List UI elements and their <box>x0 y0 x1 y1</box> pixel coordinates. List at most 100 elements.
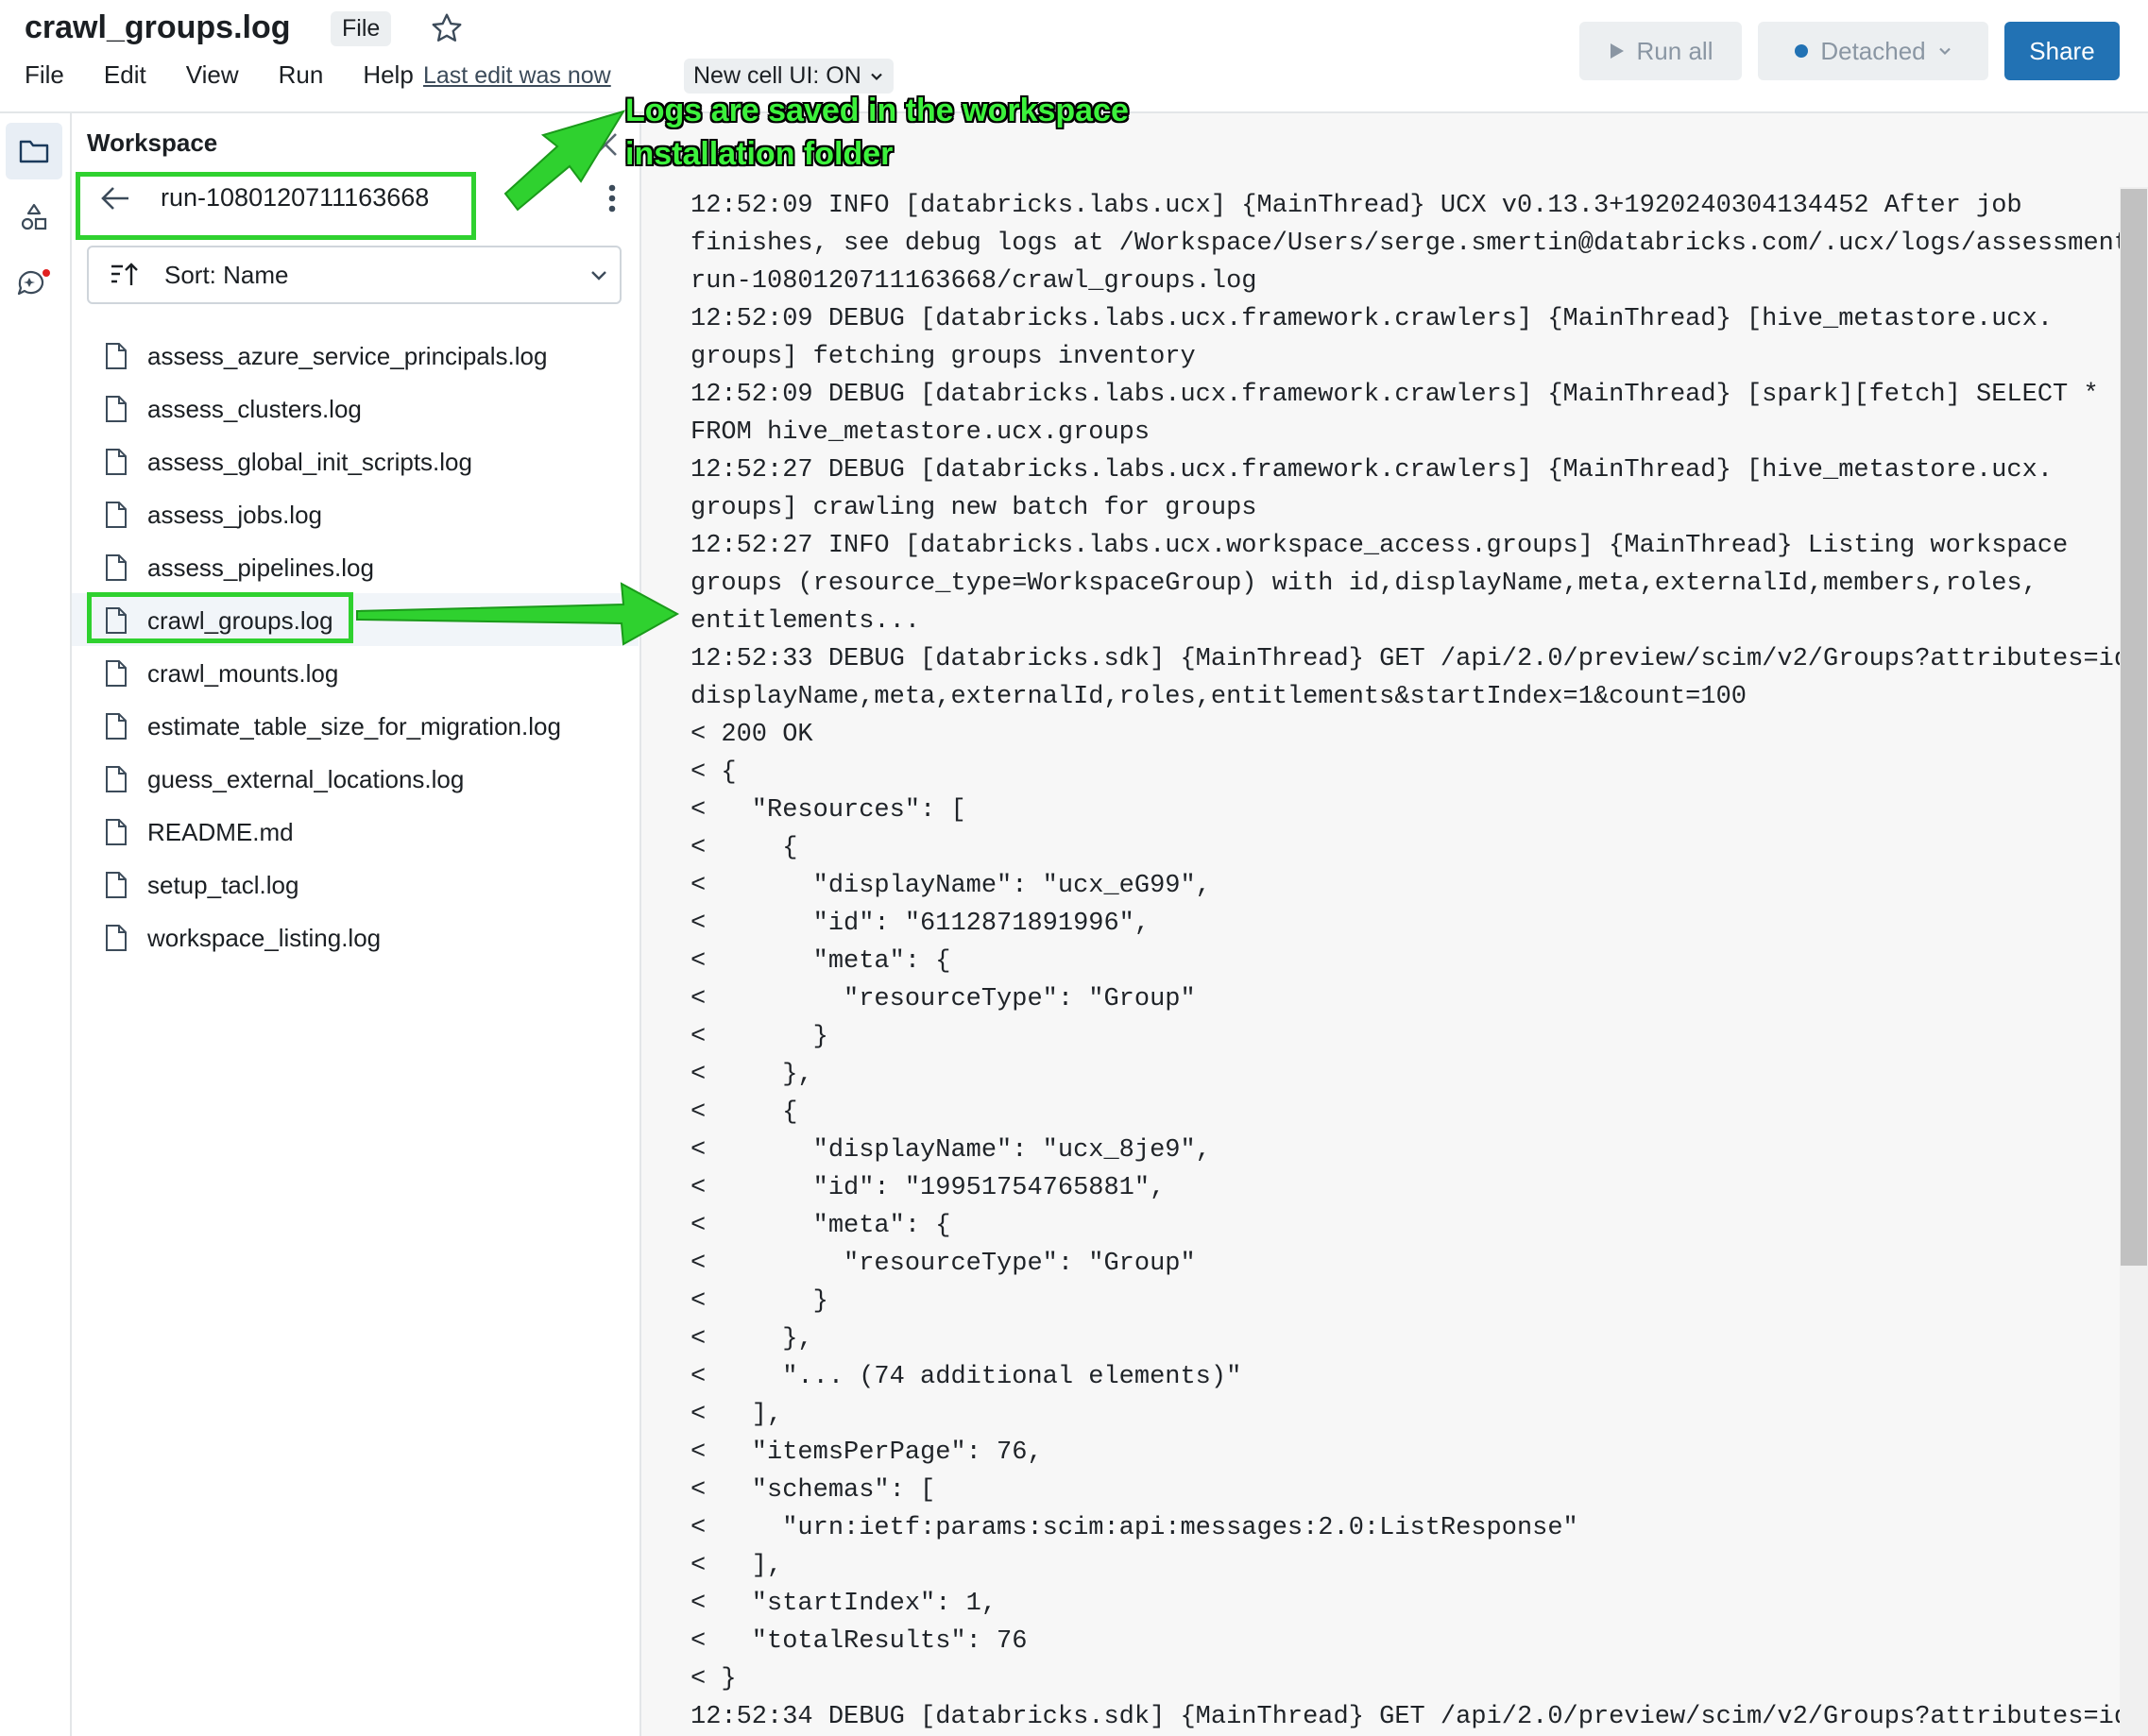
file-list-item[interactable]: estimate_table_size_for_migration.log <box>72 699 639 752</box>
log-line: < "resourceType": "Group" <box>690 985 1196 1013</box>
file-name: estimate_table_size_for_migration.log <box>147 712 561 740</box>
log-line: < }, <box>690 1061 813 1089</box>
assistant-rail-button[interactable] <box>6 255 62 312</box>
file-list-item[interactable]: assess_clusters.log <box>72 382 639 434</box>
log-line: 12:52:27 DEBUG [databricks.labs.ucx.fram… <box>690 456 2054 485</box>
file-list-item[interactable]: assess_jobs.log <box>72 487 639 540</box>
menu-edit[interactable]: Edit <box>104 60 146 90</box>
file-list-item[interactable]: assess_azure_service_principals.log <box>72 329 639 382</box>
close-icon[interactable] <box>591 130 620 159</box>
file-name: setup_tacl.log <box>147 871 299 899</box>
sort-icon <box>111 263 138 285</box>
log-line: < { <box>690 834 798 862</box>
file-icon <box>106 766 127 792</box>
file-name: assess_clusters.log <box>147 395 362 423</box>
log-line: < "urn:ietf:params:scim:api:messages:2.0… <box>690 1514 1578 1542</box>
file-icon <box>106 396 127 422</box>
log-line: FROM hive_metastore.ucx.groups <box>690 418 1151 447</box>
file-icon <box>106 713 127 740</box>
notification-dot-icon <box>43 269 50 277</box>
folder-icon <box>19 140 49 163</box>
log-line: < ], <box>690 1401 783 1429</box>
menu-file[interactable]: File <box>25 60 64 90</box>
file-name: crawl_mounts.log <box>147 659 339 688</box>
kebab-menu-icon[interactable] <box>603 179 622 217</box>
run-all-label: Run all <box>1636 36 1713 65</box>
folder-highlight-box <box>76 172 476 240</box>
scrollbar-thumb[interactable] <box>2121 189 2147 1266</box>
log-line: run-1080120711163668/crawl_groups.log <box>690 267 1257 296</box>
log-line: < "startIndex": 1, <box>690 1590 997 1618</box>
file-name: workspace_listing.log <box>147 924 382 952</box>
file-list-item[interactable]: workspace_listing.log <box>72 911 639 963</box>
log-line: < }, <box>690 1325 813 1353</box>
file-name: assess_global_init_scripts.log <box>147 448 472 476</box>
annotation-line-2: installation folder <box>625 136 894 172</box>
log-line: < "displayName": "ucx_8je9", <box>690 1136 1211 1165</box>
sort-label: Sort: Name <box>164 261 289 289</box>
cluster-attach-button[interactable]: Detached <box>1758 22 1988 80</box>
log-line: < 200 OK <box>690 721 813 749</box>
log-line: groups (resource_type=WorkspaceGroup) wi… <box>690 570 2037 598</box>
log-line: entitlements... <box>690 607 921 636</box>
last-edit-link[interactable]: Last edit was now <box>423 62 611 90</box>
file-icon <box>106 925 127 951</box>
log-line: < "displayName": "ucx_eG99", <box>690 872 1211 900</box>
file-icon <box>106 872 127 898</box>
shapes-icon <box>21 203 47 230</box>
log-content: 12:52:09 INFO [databricks.labs.ucx] {Mai… <box>690 187 2145 1736</box>
log-line: < } <box>690 1023 828 1051</box>
log-line: < ], <box>690 1552 783 1580</box>
catalog-rail-button[interactable] <box>6 189 62 246</box>
menu-help[interactable]: Help <box>363 60 413 90</box>
sort-dropdown[interactable]: Sort: Name <box>87 246 622 304</box>
menu-view[interactable]: View <box>186 60 239 90</box>
sidebar-title: Workspace <box>87 128 218 157</box>
log-line: < } <box>690 1665 737 1693</box>
file-icon <box>106 554 127 581</box>
file-list-item[interactable]: setup_tacl.log <box>72 858 639 911</box>
menu-run[interactable]: Run <box>279 60 324 90</box>
log-line: displayName,meta,externalId,roles,entitl… <box>690 683 1747 711</box>
star-icon[interactable] <box>430 11 464 45</box>
log-line: groups] crawling new batch for groups <box>690 494 1257 522</box>
file-list-item[interactable]: guess_external_locations.log <box>72 752 639 805</box>
left-rail <box>0 113 72 1736</box>
share-button[interactable]: Share <box>2004 22 2120 80</box>
workspace-rail-button[interactable] <box>6 123 62 179</box>
play-icon <box>1610 43 1624 59</box>
page-title: crawl_groups.log <box>25 9 291 45</box>
menu-bar: File Edit View Run Help <box>25 60 453 90</box>
log-line: < "... (74 additional elements)" <box>690 1363 1242 1391</box>
log-line: < { <box>690 758 737 787</box>
file-list-item[interactable]: assess_global_init_scripts.log <box>72 434 639 487</box>
file-list-item[interactable]: crawl_mounts.log <box>72 646 639 699</box>
chevron-down-icon <box>871 73 882 80</box>
log-line: 12:52:27 INFO [databricks.labs.ucx.works… <box>690 532 2069 560</box>
run-all-button[interactable]: Run all <box>1579 22 1742 80</box>
log-line: < "Resources": [ <box>690 796 966 825</box>
file-icon <box>106 343 127 369</box>
detached-label: Detached <box>1820 36 1926 65</box>
chevron-down-icon <box>591 271 606 281</box>
file-icon <box>106 449 127 475</box>
log-line: 12:52:34 DEBUG [databricks.sdk] {MainThr… <box>690 1703 2145 1731</box>
log-line: groups] fetching groups inventory <box>690 343 1196 371</box>
log-line: < "itemsPerPage": 76, <box>690 1438 1043 1467</box>
log-line: < "resourceType": "Group" <box>690 1250 1196 1278</box>
log-line: < "meta": { <box>690 947 951 976</box>
log-line: 12:52:09 INFO [databricks.labs.ucx] {Mai… <box>690 192 2022 220</box>
annotation-line-1: Logs are saved in the workspace <box>625 93 1129 128</box>
file-list: assess_azure_service_principals.logasses… <box>72 329 639 963</box>
file-list-item[interactable]: assess_pipelines.log <box>72 540 639 593</box>
log-line: < "totalResults": 76 <box>690 1627 1028 1656</box>
log-line: 12:52:09 DEBUG [databricks.labs.ucx.fram… <box>690 381 2099 409</box>
log-line: < } <box>690 1287 828 1316</box>
file-name: assess_pipelines.log <box>147 553 374 582</box>
file-type-badge: File <box>331 11 392 46</box>
log-viewer: 12:52:09 INFO [databricks.labs.ucx] {Mai… <box>641 113 2148 1736</box>
log-line: < { <box>690 1098 798 1127</box>
log-line: < "id": "6112871891996", <box>690 910 1151 938</box>
file-icon <box>106 819 127 845</box>
file-list-item[interactable]: README.md <box>72 805 639 858</box>
